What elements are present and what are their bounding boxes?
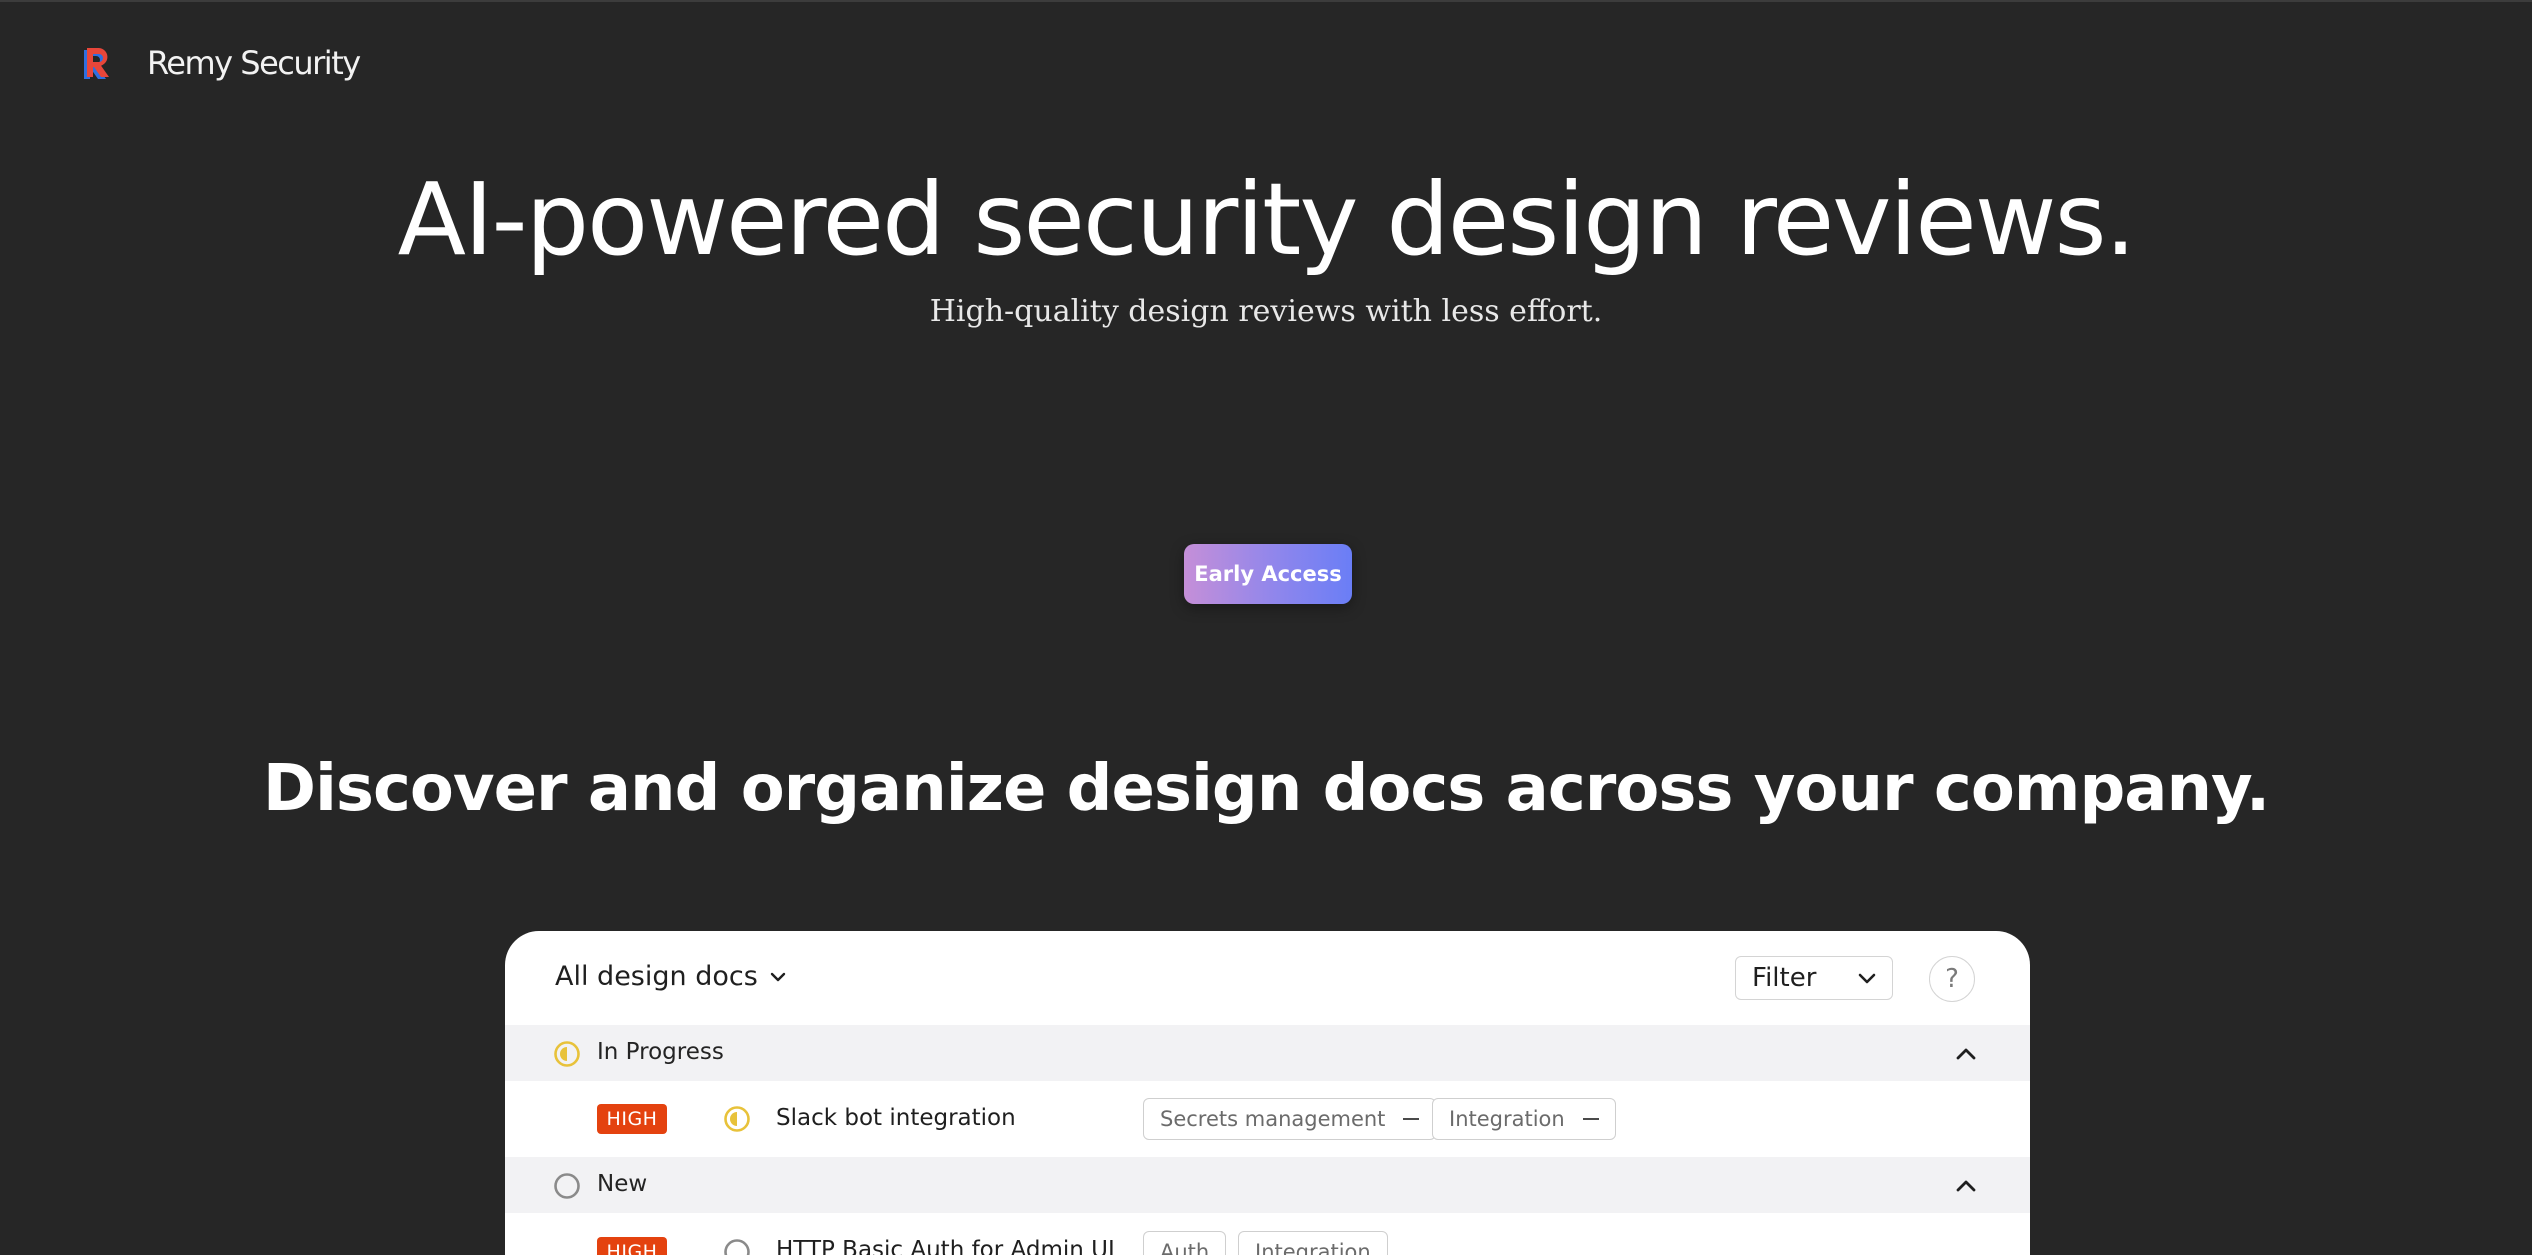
doc-title[interactable]: HTTP Basic Auth for Admin UI [776, 1237, 1115, 1255]
group-header-new[interactable]: New [505, 1157, 2030, 1213]
doc-selector-dropdown[interactable]: All design docs [555, 961, 788, 992]
tag-auth[interactable]: Auth [1143, 1231, 1227, 1255]
doc-row[interactable]: HIGH Slack bot integration Secrets manag… [505, 1081, 2030, 1157]
section-title: Discover and organize design docs across… [262, 752, 2270, 826]
group-label: In Progress [597, 1039, 724, 1065]
group-label: New [597, 1171, 648, 1197]
top-border [0, 0, 2532, 2]
remy-logo-icon[interactable] [80, 46, 112, 82]
tag-label: Integration [1449, 1107, 1565, 1131]
doc-selector-label: All design docs [555, 961, 758, 992]
doc-row[interactable]: HIGH HTTP Basic Auth for Admin UI Auth I… [505, 1213, 2030, 1255]
remove-tag-icon[interactable] [1582, 1118, 1599, 1120]
brand-name[interactable]: Remy Security [147, 44, 361, 82]
remove-tag-icon[interactable] [1403, 1118, 1420, 1120]
tag-secrets-management[interactable]: Secrets management [1143, 1098, 1437, 1140]
early-access-button[interactable]: Early Access [1184, 544, 1352, 604]
chevron-down-icon [770, 972, 785, 981]
empty-circle-icon [724, 1239, 750, 1255]
half-circle-yellow-icon [724, 1106, 750, 1132]
help-button[interactable]: ? [1929, 956, 1975, 1002]
group-header-in-progress[interactable]: In Progress [505, 1025, 2030, 1081]
panel-header: All design docs Filter ? [505, 931, 2030, 1025]
severity-badge: HIGH [597, 1104, 667, 1134]
filter-label: Filter [1752, 963, 1817, 993]
severity-badge: HIGH [597, 1237, 667, 1255]
empty-circle-icon [554, 1173, 580, 1199]
hero-title: AI-powered security design reviews. [397, 161, 2137, 278]
chevron-up-icon[interactable] [1953, 1173, 1979, 1199]
tag-label: Auth [1160, 1240, 1210, 1255]
tag-label: Secrets management [1160, 1107, 1386, 1131]
chevron-up-icon[interactable] [1953, 1041, 1979, 1067]
filter-dropdown[interactable]: Filter [1735, 956, 1893, 1000]
hero-subtitle: High-quality design reviews with less ef… [929, 294, 1603, 329]
tag-integration[interactable]: Integration [1432, 1098, 1616, 1140]
chevron-down-icon [1858, 973, 1876, 984]
doc-title[interactable]: Slack bot integration [776, 1105, 1016, 1131]
half-circle-yellow-icon [554, 1041, 580, 1067]
tag-label: Integration [1255, 1240, 1371, 1255]
tag-integration[interactable]: Integration [1238, 1231, 1388, 1255]
design-docs-panel: All design docs Filter ? In Progress HIG… [505, 931, 2030, 1255]
